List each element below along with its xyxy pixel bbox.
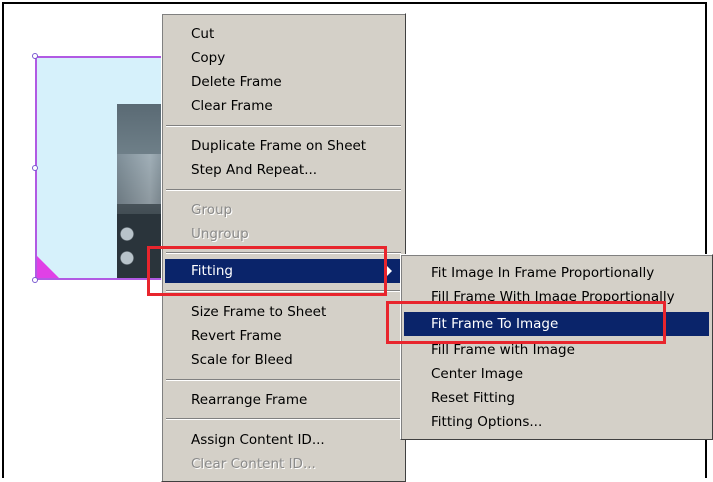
- fitting-submenu: Fit Image In Frame Proportionally Fill F…: [400, 254, 713, 440]
- submenu-item-fill-frame-with-image[interactable]: Fill Frame with Image: [404, 338, 709, 362]
- frame-handle-bottom-left[interactable]: [32, 277, 38, 283]
- menu-item-delete-frame[interactable]: Delete Frame: [165, 70, 402, 94]
- frame-corner-marker-icon: [37, 256, 59, 278]
- menu-item-rearrange-frame[interactable]: Rearrange Frame: [165, 388, 402, 412]
- submenu-item-fitting-options[interactable]: Fitting Options...: [404, 410, 709, 434]
- frame-handle-top-left[interactable]: [32, 53, 38, 59]
- menu-item-fitting[interactable]: Fitting: [165, 259, 402, 283]
- menu-item-fitting-label: Fitting: [191, 263, 233, 279]
- menu-item-clear-frame[interactable]: Clear Frame: [165, 94, 402, 118]
- menu-separator: [166, 290, 401, 292]
- menu-item-cut[interactable]: Cut: [165, 22, 402, 46]
- submenu-item-reset-fitting[interactable]: Reset Fitting: [404, 386, 709, 410]
- submenu-item-fill-frame-with-image-proportionally[interactable]: Fill Frame With Image Proportionally: [404, 285, 709, 309]
- menu-item-clear-content-id: Clear Content ID...: [191, 456, 316, 472]
- submenu-item-fit-frame-to-image[interactable]: Fit Frame To Image: [404, 312, 709, 336]
- menu-separator: [166, 252, 401, 254]
- menu-item-ungroup: Ungroup: [191, 226, 249, 242]
- menu-item-step-and-repeat[interactable]: Step And Repeat...: [165, 158, 402, 182]
- menu-separator: [166, 418, 401, 420]
- menu-item-assign-content-id[interactable]: Assign Content ID...: [165, 428, 402, 452]
- menu-separator: [166, 189, 401, 191]
- submenu-item-center-image[interactable]: Center Image: [404, 362, 709, 386]
- menu-item-revert-frame[interactable]: Revert Frame: [165, 324, 402, 348]
- menu-item-size-frame-to-sheet[interactable]: Size Frame to Sheet: [165, 300, 402, 324]
- submenu-arrow-icon: [387, 266, 392, 276]
- menu-item-copy[interactable]: Copy: [165, 46, 402, 70]
- frame-handle-middle-left[interactable]: [32, 165, 38, 171]
- menu-item-group: Group: [191, 202, 233, 218]
- menu-separator: [166, 379, 401, 381]
- submenu-item-fit-image-in-frame-proportionally[interactable]: Fit Image In Frame Proportionally: [404, 261, 709, 285]
- menu-separator: [166, 125, 401, 127]
- menu-item-duplicate-frame[interactable]: Duplicate Frame on Sheet: [165, 134, 402, 158]
- image-frame[interactable]: [35, 56, 172, 280]
- context-menu: Cut Copy Delete Frame Clear Frame Duplic…: [161, 13, 406, 482]
- menu-item-scale-for-bleed[interactable]: Scale for Bleed: [165, 348, 402, 372]
